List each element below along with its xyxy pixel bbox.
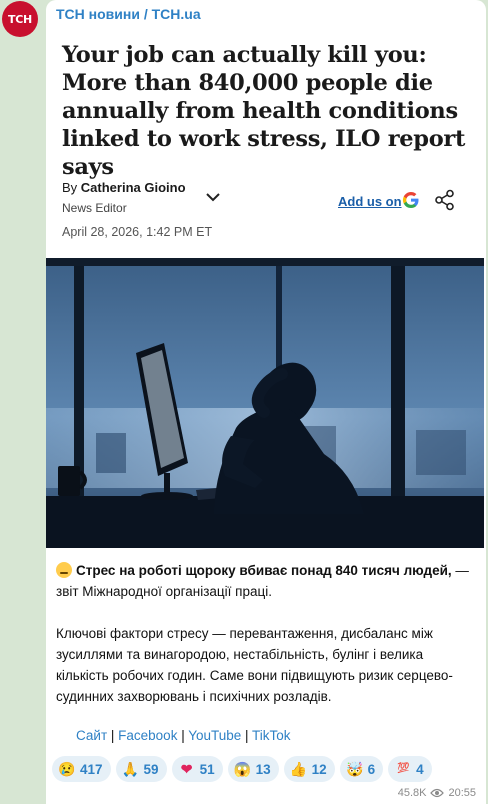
crying-face-icon: 😢 <box>58 761 76 777</box>
article-preview-card[interactable]: Your job can actually kill you: More tha… <box>46 28 486 256</box>
byline-prefix: By <box>62 180 78 195</box>
message-body: Ключові фактори стресу — перевантаження,… <box>56 626 453 704</box>
link-facebook[interactable]: Facebook <box>118 728 177 743</box>
hundred-points-icon: 💯 <box>396 763 410 774</box>
google-icon[interactable] <box>402 191 420 209</box>
message-bubble: ТСН новини / TCH.ua Your job can actuall… <box>46 0 486 804</box>
reaction-exploding-head[interactable]: 🤯 6 <box>339 756 384 782</box>
author-role: News Editor <box>62 201 127 215</box>
link-site[interactable]: Сайт <box>76 728 107 743</box>
byline: By Catherina Gioino <box>62 180 186 195</box>
link-separator: | <box>241 728 253 743</box>
link-separator: | <box>177 728 189 743</box>
channel-name[interactable]: ТСН новини / TCH.ua <box>56 6 201 22</box>
reaction-crying[interactable]: 😢 417 <box>52 756 111 782</box>
view-count: 45.8K <box>397 787 427 799</box>
link-separator: | <box>107 728 119 743</box>
article-headline: Your job can actually kill you: More tha… <box>62 42 466 180</box>
link-youtube[interactable]: YouTube <box>188 728 241 743</box>
channel-links: Сайт | Facebook | YouTube | TikTok <box>76 728 291 743</box>
reaction-count: 12 <box>311 761 327 777</box>
reaction-scream[interactable]: 😱 13 <box>227 756 279 782</box>
reaction-heart[interactable]: ❤ 51 <box>171 756 223 782</box>
eye-icon <box>430 788 445 798</box>
disappointed-face-icon <box>56 562 72 578</box>
exploding-head-icon: 🤯 <box>345 761 364 777</box>
reaction-thumbs-up[interactable]: 👍 12 <box>283 756 335 782</box>
reaction-count: 51 <box>199 761 215 777</box>
link-tiktok[interactable]: TikTok <box>252 728 291 743</box>
message-time: 20:55 <box>448 787 476 799</box>
red-heart-icon: ❤ <box>180 761 193 777</box>
reaction-count: 13 <box>255 761 271 777</box>
add-us-link[interactable]: Add us on <box>338 194 402 209</box>
chevron-down-icon[interactable] <box>204 190 222 204</box>
reaction-count: 4 <box>416 761 424 777</box>
reaction-pray[interactable]: 🙏 59 <box>115 756 167 782</box>
message-lead: Стрес на роботі щороку вбиває понад 840 … <box>76 563 452 578</box>
message-text: Стрес на роботі щороку вбиває понад 840 … <box>56 560 476 707</box>
reaction-count: 59 <box>143 761 159 777</box>
thumbs-up-icon: 👍 <box>289 761 308 777</box>
reactions-bar: 😢 417 🙏 59 ❤ 51 😱 13 👍 12 🤯 6 💯 4 <box>52 756 432 782</box>
share-icon[interactable] <box>434 189 456 211</box>
message-meta: 45.8K 20:55 <box>398 787 476 799</box>
screaming-face-icon: 😱 <box>233 761 252 777</box>
article-photo[interactable] <box>46 258 484 548</box>
channel-avatar[interactable]: ТСН <box>2 1 38 37</box>
reaction-hundred[interactable]: 💯 4 <box>388 756 432 782</box>
folded-hands-icon: 🙏 <box>121 761 140 777</box>
reaction-count: 6 <box>367 761 376 777</box>
reaction-count: 417 <box>80 761 103 777</box>
article-date: April 28, 2026, 1:42 PM ET <box>62 225 213 239</box>
stressed-worker-image <box>46 258 484 548</box>
author-name: Catherina Gioino <box>80 180 186 195</box>
